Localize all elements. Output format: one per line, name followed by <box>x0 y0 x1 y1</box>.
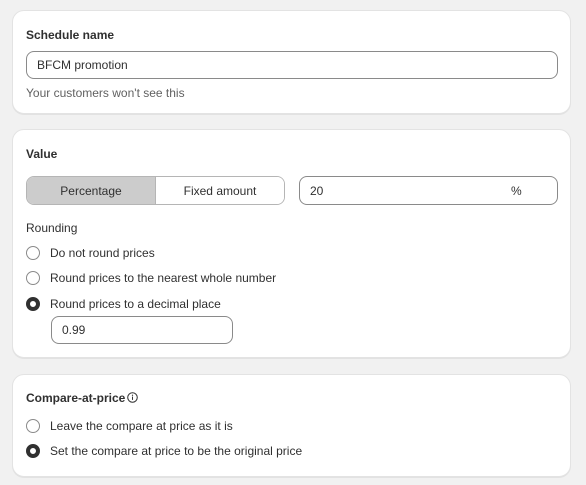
rounding-option-label: Round prices to a decimal place <box>50 297 221 311</box>
rounding-option-label: Round prices to the nearest whole number <box>50 271 277 285</box>
compare-option-label: Set the compare at price to be the origi… <box>50 444 303 458</box>
value-type-segmented-control: Percentage Fixed amount <box>26 176 285 205</box>
radio-button[interactable] <box>26 271 40 285</box>
fixed-amount-segment-button[interactable]: Fixed amount <box>156 177 284 204</box>
compare-at-price-card: Compare-at-price Leave the compare at pr… <box>12 374 571 477</box>
compare-option-label: Leave the compare at price as it is <box>50 419 233 433</box>
rounding-option-decimal[interactable]: Round prices to a decimal place <box>26 297 221 311</box>
value-amount-input[interactable] <box>300 177 500 204</box>
decimal-value-input[interactable] <box>51 316 233 344</box>
rounding-option-whole-number[interactable]: Round prices to the nearest whole number <box>26 271 276 285</box>
rounding-option-none[interactable]: Do not round prices <box>26 246 155 260</box>
compare-at-price-title-text: Compare-at-price <box>26 391 126 405</box>
value-title: Value <box>26 147 58 161</box>
rounding-option-label: Do not round prices <box>50 246 155 260</box>
radio-button[interactable] <box>26 419 40 433</box>
compare-at-price-title: Compare-at-price <box>26 391 139 405</box>
schedule-name-help: Your customers won't see this <box>26 86 185 100</box>
schedule-name-card: Schedule name Your customers won't see t… <box>12 10 571 114</box>
radio-button-selected[interactable] <box>26 297 40 311</box>
schedule-name-input[interactable] <box>26 51 558 79</box>
rounding-label: Rounding <box>26 221 78 235</box>
percent-suffix: % <box>511 184 522 198</box>
info-icon[interactable] <box>127 392 139 403</box>
compare-option-original-price[interactable]: Set the compare at price to be the origi… <box>26 444 302 458</box>
value-card: Value Percentage Fixed amount % Rounding… <box>12 129 571 358</box>
compare-option-leave[interactable]: Leave the compare at price as it is <box>26 419 233 433</box>
radio-button-selected[interactable] <box>26 444 40 458</box>
schedule-name-title: Schedule name <box>26 28 115 42</box>
radio-button[interactable] <box>26 246 40 260</box>
value-amount-field: % <box>299 176 558 205</box>
percentage-segment-button[interactable]: Percentage <box>27 177 156 204</box>
